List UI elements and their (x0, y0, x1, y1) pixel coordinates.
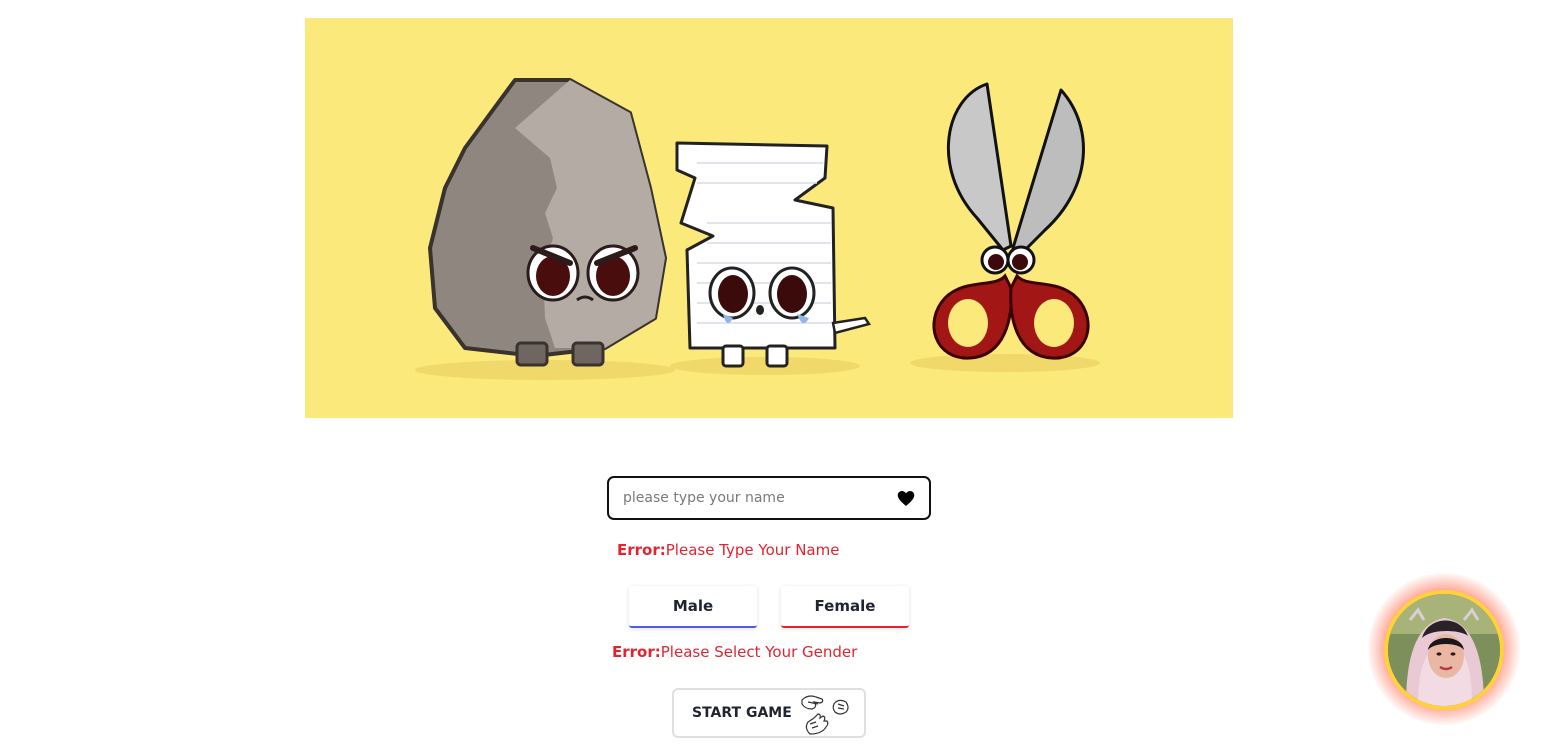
female-button[interactable]: Female (781, 586, 909, 628)
name-error-prefix: Error: (617, 541, 666, 559)
rock-hand-icon (832, 699, 849, 715)
scissors-hand-icon (801, 695, 824, 710)
avatar-photo (1388, 594, 1500, 706)
gender-error-message: Error:Please Select Your Gender (612, 643, 857, 661)
male-button-label: Male (672, 597, 714, 615)
paper-character-icon (675, 141, 872, 368)
name-error-message: Error:Please Type Your Name (617, 541, 839, 559)
hero-banner (305, 18, 1233, 418)
start-game-label: START GAME (692, 705, 792, 721)
heart-icon (897, 491, 915, 506)
female-button-label: Female (814, 597, 876, 615)
gender-error-prefix: Error: (612, 643, 661, 661)
name-error-text: Please Type Your Name (665, 541, 840, 559)
hand-gestures-icon (801, 695, 849, 735)
male-button[interactable]: Male (629, 586, 757, 628)
name-input[interactable] (609, 478, 929, 518)
scissors-character-icon (932, 82, 1090, 360)
profile-avatar[interactable] (1384, 590, 1504, 710)
start-game-button[interactable]: START GAME (672, 688, 866, 738)
paper-hand-icon (805, 713, 829, 735)
rock-character-icon (428, 78, 667, 367)
rock-paper-scissors-illustration (415, 78, 1100, 380)
gender-error-text: Please Select Your Gender (660, 643, 858, 661)
name-field[interactable] (607, 476, 931, 520)
